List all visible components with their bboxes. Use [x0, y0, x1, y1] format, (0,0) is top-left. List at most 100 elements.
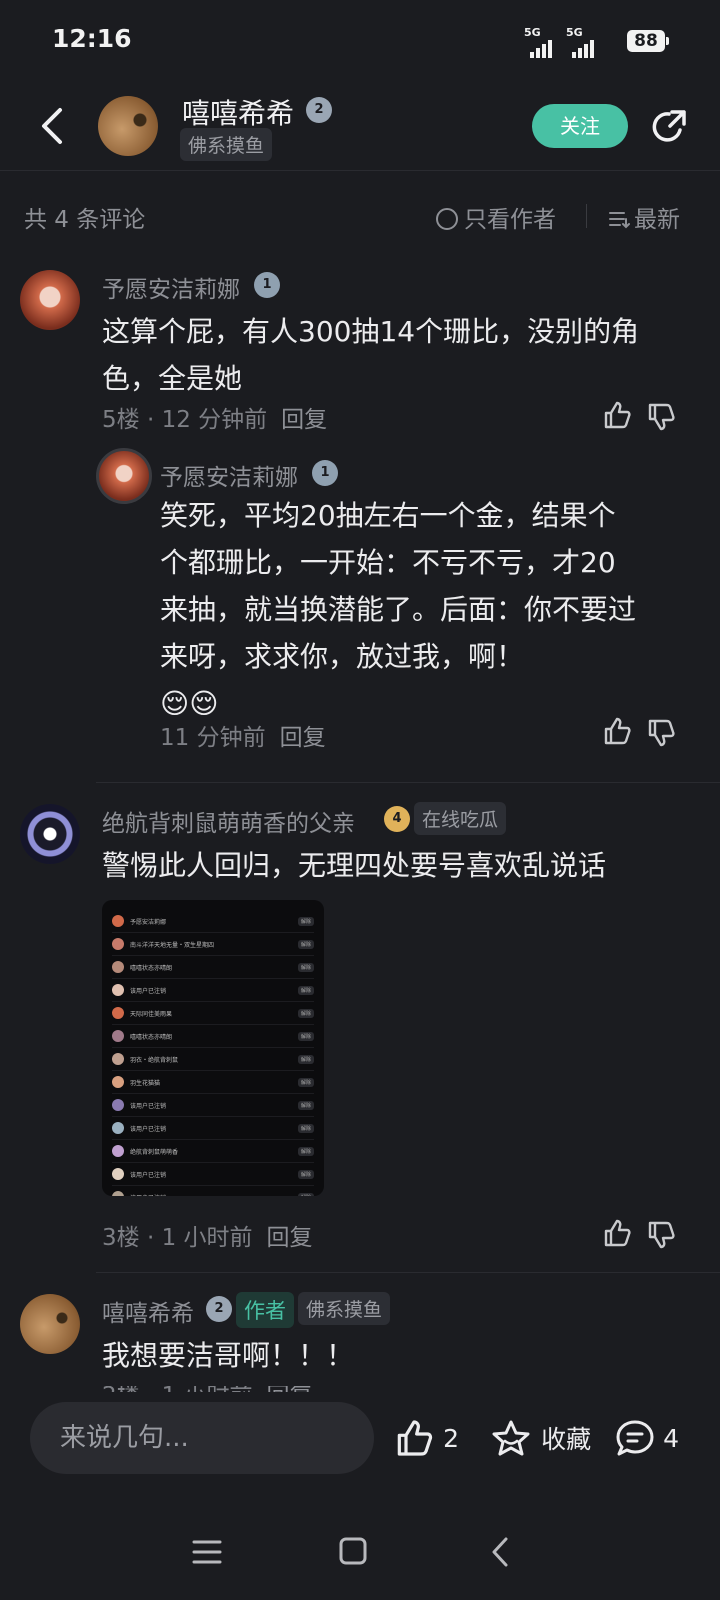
comment-text: 我想要洁哥啊！！！	[102, 1339, 355, 1372]
image-row-label: 天际同佳美雨果	[130, 1010, 173, 1018]
comment-author[interactable]: 嘻嘻希希	[102, 1294, 194, 1328]
image-row-button: 解除	[297, 1008, 314, 1018]
avatar[interactable]	[20, 804, 80, 864]
only-author-toggle[interactable]: 只看作者	[436, 200, 556, 234]
image-row-avatar	[112, 1122, 124, 1134]
image-row: 羽生花猫猫 解除	[112, 1071, 314, 1094]
home-icon[interactable]	[338, 1536, 368, 1566]
author-badge: 作者	[236, 1292, 294, 1328]
follow-button[interactable]: 关注	[532, 104, 628, 148]
comment-image[interactable]: 予愿安洁莉娜 解除 南斗洋洋天地无量・双生星期四 解除 嘻嘻状态亦晴朗 解除 该用户已注销解…	[102, 900, 324, 1196]
level-badge-icon: 4	[384, 806, 410, 832]
image-row: 该用户已注销解除	[112, 1186, 314, 1196]
dislike-icon[interactable]	[646, 402, 676, 432]
image-row: 嘻嘻状态亦晴朗 解除	[112, 956, 314, 979]
radio-icon	[436, 208, 458, 230]
image-row: 绝航背刺鼠萌萌香 解除	[112, 1140, 314, 1163]
image-row-avatar	[112, 1053, 124, 1065]
image-row: 该用户已注销解除	[112, 1163, 314, 1186]
like-icon[interactable]	[602, 1218, 632, 1248]
like-button[interactable]: 2	[394, 1418, 459, 1458]
image-row-avatar	[112, 1076, 124, 1088]
image-row: 该用户已注销解除	[112, 979, 314, 1002]
level-badge-icon: 1	[254, 272, 280, 298]
image-row-avatar	[112, 984, 124, 996]
reply-text: 笑死，平均20抽左右一个金，结果个 个都珊比，一开始：不亏不亏，才20 来抽，就…	[160, 492, 700, 727]
image-row-label: 绝航背刺鼠萌萌香	[130, 1148, 179, 1156]
image-row-button: 解除	[297, 1077, 314, 1087]
comment-meta: 11 分钟前 回复	[160, 725, 326, 751]
dislike-icon[interactable]	[646, 1220, 676, 1250]
user-tag: 佛系摸鱼	[298, 1292, 391, 1325]
reply-button[interactable]: 回复	[267, 1225, 313, 1251]
image-row: 予愿安洁莉娜 解除	[112, 910, 314, 933]
comment-count: 共 4 条评论	[24, 207, 146, 233]
reply-button[interactable]: 回复	[281, 407, 327, 433]
menu-icon[interactable]	[192, 1538, 222, 1566]
comment-author[interactable]: 予愿安洁莉娜	[160, 458, 298, 492]
image-row-button: 解除	[297, 1031, 314, 1041]
image-row-label: 该用户已注销	[130, 1193, 298, 1197]
like-icon[interactable]	[602, 716, 632, 746]
image-row-button: 解除	[297, 1169, 314, 1179]
avatar[interactable]	[96, 448, 152, 504]
image-row-avatar	[112, 915, 124, 927]
image-row-label: 南斗洋洋天地无量・双生星期四	[130, 941, 215, 949]
image-row-label: 羽衣・绝航背刺鼠	[130, 1056, 179, 1064]
image-row: 南斗洋洋天地无量・双生星期四 解除	[112, 933, 314, 956]
image-row-avatar	[112, 1007, 124, 1019]
like-icon[interactable]	[602, 400, 632, 430]
image-row-button: 解除	[297, 1054, 314, 1064]
star-icon	[492, 1420, 530, 1456]
image-row-avatar	[112, 961, 124, 973]
comment-meta: 5楼 · 12 分钟前 回复	[102, 407, 328, 433]
image-row-label: 予愿安洁莉娜	[130, 918, 167, 926]
status-time: 12:16	[52, 24, 132, 53]
reply-button[interactable]: 回复	[280, 725, 326, 751]
comment-button[interactable]: 4	[614, 1418, 679, 1458]
image-row-button: 解除	[297, 1192, 314, 1196]
collect-button[interactable]: 收藏	[490, 1418, 591, 1458]
divider	[586, 204, 587, 228]
comment-meta: 3楼 · 1 小时前 回复	[102, 1225, 313, 1251]
author-avatar[interactable]	[98, 96, 158, 156]
image-row-button: 解除	[297, 939, 314, 949]
page-title[interactable]: 嘻嘻希希	[182, 92, 294, 132]
level-badge-icon: 1	[312, 460, 338, 486]
image-row-button: 解除	[297, 916, 314, 926]
image-row-avatar	[112, 1168, 124, 1180]
divider	[96, 1272, 720, 1273]
author-tag: 佛系摸鱼	[180, 128, 273, 161]
divider	[0, 170, 720, 171]
avatar[interactable]	[20, 270, 80, 330]
image-row-button: 解除	[297, 1123, 314, 1133]
level-badge-icon: 2	[306, 97, 332, 123]
image-row-button: 解除	[297, 962, 314, 972]
divider	[96, 782, 720, 783]
comment-input[interactable]: 来说几句...	[30, 1402, 374, 1474]
image-row-button: 解除	[297, 1100, 314, 1110]
comment-text: 警惕此人回归，无理四处要号喜欢乱说话	[102, 849, 607, 882]
image-row-label: 嘻嘻状态亦晴朗	[130, 1033, 173, 1041]
sort-toggle[interactable]: 最新	[608, 200, 680, 234]
image-row-label: 嘻嘻状态亦晴朗	[130, 964, 173, 972]
image-row-avatar	[112, 1099, 124, 1111]
share-icon[interactable]	[650, 108, 688, 146]
comment-icon	[616, 1420, 654, 1456]
image-row-label: 该用户已注销	[130, 987, 167, 995]
comment-text: 这算个屁，有人300抽14个珊比，没别的角 色，全是她	[102, 315, 640, 395]
image-row-label: 该用户已注销	[130, 1102, 167, 1110]
sort-icon	[609, 212, 630, 229]
avatar[interactable]	[20, 1294, 80, 1354]
comment-author[interactable]: 绝航背刺鼠萌萌香的父亲	[102, 804, 355, 838]
image-row-button: 解除	[297, 1146, 314, 1156]
image-row: 该用户已注销解除	[112, 1117, 314, 1140]
battery-icon: 88	[627, 30, 669, 52]
back-icon[interactable]	[36, 104, 70, 148]
dislike-icon[interactable]	[646, 718, 676, 748]
user-tag: 在线吃瓜	[414, 802, 507, 835]
image-row-avatar	[112, 938, 124, 950]
comment-author[interactable]: 予愿安洁莉娜	[102, 270, 240, 304]
back-icon[interactable]	[488, 1536, 512, 1568]
status-bar: 12:16 5G 5G 88	[0, 0, 720, 84]
